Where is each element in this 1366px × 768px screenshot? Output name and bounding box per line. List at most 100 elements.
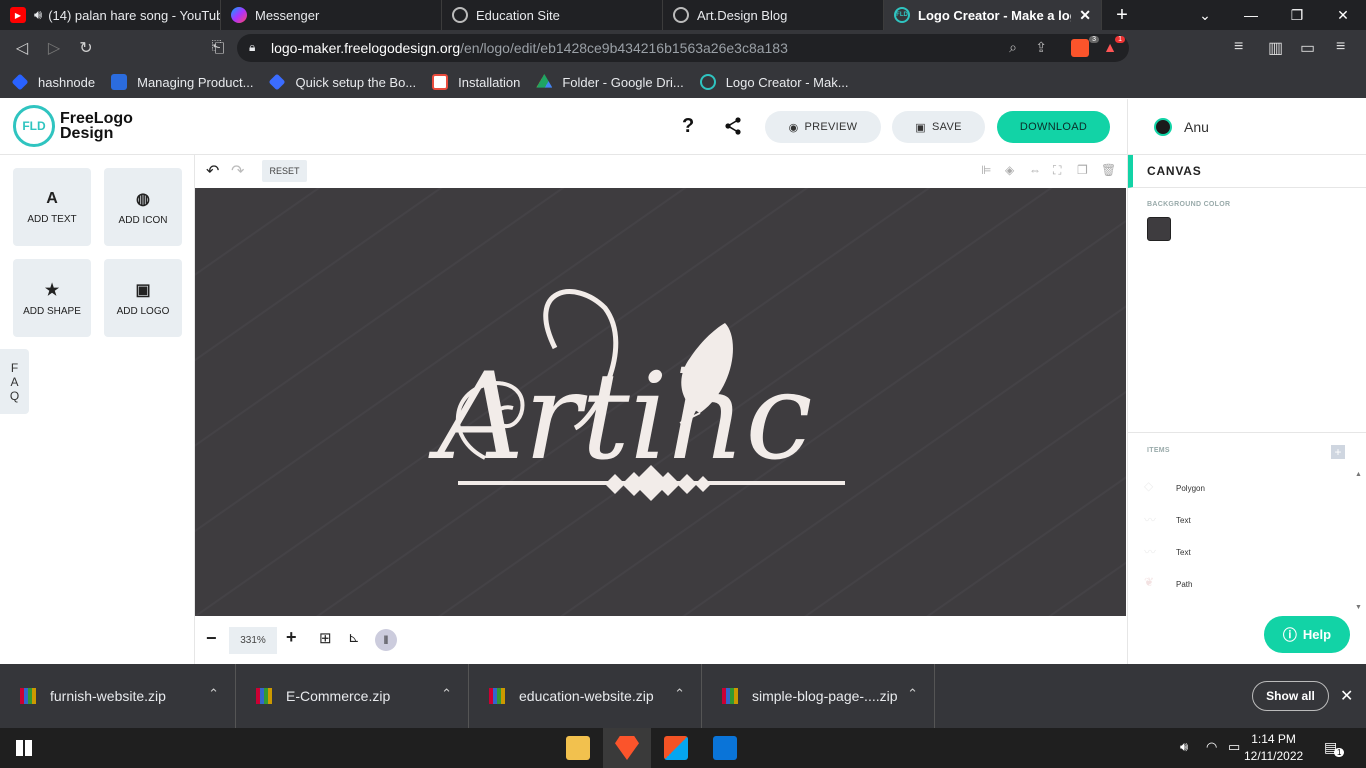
align-icon[interactable]: ⊫ [981,163,991,177]
properties-panel: CANVAS BACKGROUND COLOR ITEMS + ◇ Polygon… [1127,155,1366,664]
items-scrollbar[interactable]: ▲ ▼ [1355,471,1363,611]
help-question-icon[interactable]: ? [682,115,694,138]
show-all-button[interactable]: Show all [1252,681,1329,711]
mail-icon[interactable] [713,736,737,760]
ruler-icon[interactable]: ⊾ [348,629,360,646]
close-window-icon[interactable]: ✕ [1320,0,1366,30]
download-item[interactable]: furnish-website.zip ⌃ [0,664,236,728]
playlist-icon[interactable]: ≡ [1234,38,1243,56]
duplicate-icon[interactable]: ❐ [1077,163,1088,177]
brave-badge: 3 [1089,36,1099,43]
restore-icon[interactable]: ❐ [1274,0,1320,30]
back-icon[interactable]: ◁ [6,38,38,58]
freelogodesign-logo[interactable]: FLD FreeLogo Design [13,105,133,147]
store-icon[interactable] [664,736,688,760]
add-icon-button[interactable]: ◍ ADD ICON [104,168,182,246]
chevron-up-icon[interactable]: ⌃ [674,686,685,702]
reset-button[interactable]: RESET [262,160,307,182]
download-item[interactable]: simple-blog-page-....zip ⌃ [702,664,935,728]
windows-start-icon[interactable] [16,740,32,756]
brave-shield-icon[interactable] [1071,39,1089,57]
chevron-up-icon[interactable]: ⌃ [441,686,452,702]
polygon-thumb: ◇ [1144,479,1154,493]
wifi-icon[interactable]: ◠ [1206,739,1217,755]
redo-icon[interactable]: ↷ [231,161,244,181]
close-downloads-icon[interactable]: ✕ [1340,686,1353,706]
flip-icon[interactable]: ⇔ [1029,163,1041,177]
logo-artwork[interactable]: Artihc [195,188,1126,616]
download-button[interactable]: DOWNLOAD [997,111,1110,143]
resize-icon[interactable]: ⛶ [1053,163,1061,178]
sidebar-icon[interactable]: ▥ [1268,38,1283,58]
add-logo-button[interactable]: ▣ ADD LOGO [104,259,182,337]
add-shape-button[interactable]: ★ ADD SHAPE [13,259,91,337]
grid-icon[interactable]: ⊞ [319,629,332,647]
bookmark-icon[interactable]: ⎗ [202,39,234,57]
text-icon: A [46,189,58,207]
chevron-up-icon[interactable]: ⌃ [208,686,219,702]
user-menu[interactable]: Anu [1127,99,1209,155]
share-icon[interactable] [724,117,742,135]
eye-icon: ◉ [788,121,799,134]
tab-title: Messenger [255,7,320,23]
globe-icon: ◍ [136,190,150,208]
bookmark-quick-setup[interactable]: Quick setup the Bo... [268,73,416,91]
file-explorer-icon[interactable] [566,736,590,760]
minimize-icon[interactable]: — [1228,0,1274,30]
address-bar[interactable]: 🔒︎ logo-maker.freelogodesign.org/en/logo… [237,34,1129,62]
tab-art-design-blog[interactable]: Art.Design Blog [663,0,884,30]
undo-icon[interactable]: ↶ [206,161,219,181]
trash-icon[interactable]: 🗑︎ [1101,163,1116,177]
logo-text[interactable]: Artihc [427,348,812,487]
zoom-in-icon[interactable]: + [286,627,297,648]
layers-icon[interactable]: ◈ [1005,163,1014,177]
help-button[interactable]: ⓘ Help [1264,616,1350,653]
url-path: /en/logo/edit/eb1428ce9b434216b1563a26e3… [460,40,788,56]
tab-education-site[interactable]: Education Site [442,0,663,30]
item-text-1[interactable]: 〰 Text [1144,511,1191,529]
battery-icon[interactable]: ▭ [1228,739,1240,755]
tab-title: (14) palan hare song - YouTube [48,7,221,23]
floppy-icon: ▣ [915,121,926,134]
fld-icon [699,74,716,90]
tab-youtube[interactable]: ▶ 🔊︎ (14) palan hare song - YouTube [0,0,221,30]
add-text-button[interactable]: A ADD TEXT [13,168,91,246]
download-item[interactable]: E-Commerce.zip ⌃ [236,664,469,728]
tab-logo-creator[interactable]: FLD Logo Creator - Make a logo w ✕ [884,0,1102,30]
installation-icon [432,74,449,90]
close-tab-icon[interactable]: ✕ [1079,7,1091,24]
forward-icon[interactable]: ▷ [38,38,70,58]
bookmark-installation[interactable]: Installation [432,74,520,90]
reload-icon[interactable]: ↻ [70,38,102,58]
new-tab-button[interactable]: + [1102,0,1142,30]
download-item[interactable]: education-website.zip ⌃ [469,664,702,728]
bookmark-logo-creator[interactable]: Logo Creator - Mak... [699,74,849,90]
clock[interactable]: 1:14 PM 12/11/2022 [1244,731,1303,765]
tab-search-chevron-icon[interactable]: ⌄ [1182,0,1228,30]
globe-icon [452,7,468,23]
share-icon[interactable]: ⇪ [1035,39,1047,56]
item-path[interactable]: ❦ Path [1144,575,1192,593]
bookmark-managing-product[interactable]: Managing Product... [111,74,253,90]
zoom-out-icon[interactable]: − [206,628,217,649]
speaker-icon[interactable]: 🔊︎ [34,7,42,23]
preview-button[interactable]: ◉ PREVIEW [765,111,881,143]
volume-icon[interactable]: 🔊︎ [1180,739,1188,755]
item-polygon[interactable]: ◇ Polygon [1144,479,1205,497]
item-text-2[interactable]: 〰 Text [1144,543,1191,561]
menu-icon[interactable]: ≡ [1336,38,1345,56]
logo-canvas[interactable]: Artihc [195,188,1126,616]
chevron-up-icon[interactable]: ⌃ [907,686,918,702]
zoom-search-icon[interactable]: ⌕ [1009,39,1017,56]
wallet-icon[interactable]: ▭ [1300,38,1315,58]
add-item-icon[interactable]: + [1331,445,1345,459]
tools-panel: A ADD TEXT ◍ ADD ICON ★ ADD SHAPE ▣ ADD … [0,155,195,664]
tab-messenger[interactable]: Messenger [221,0,442,30]
bookmark-hashnode[interactable]: hashnode [11,73,95,91]
guides-toggle-icon[interactable]: ‖ [375,629,397,651]
save-button[interactable]: ▣ SAVE [892,111,985,143]
bookmark-google-drive[interactable]: Folder - Google Dri... [536,74,684,90]
faq-tab[interactable]: F A Q [0,349,29,414]
text-thumb: 〰 [1144,545,1157,559]
bg-color-swatch[interactable] [1147,217,1171,241]
